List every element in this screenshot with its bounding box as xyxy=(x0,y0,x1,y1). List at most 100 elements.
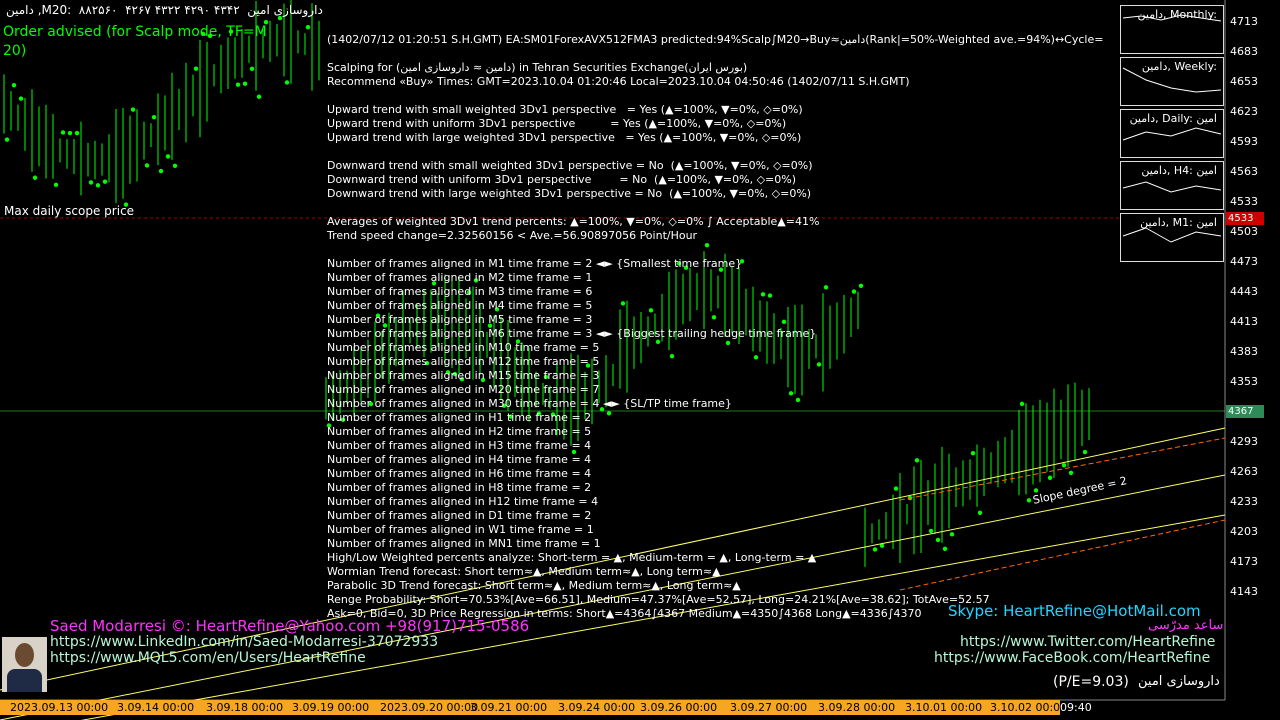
analysis-line: Number of frames aligned in H12 time fra… xyxy=(327,495,599,508)
analysis-line: Number of frames aligned in MN1 time fra… xyxy=(327,537,601,550)
time-axis-label: 3.09.27 00:00 xyxy=(730,701,808,714)
parabolic-dot xyxy=(158,168,164,174)
price-axis-label: 4683 xyxy=(1230,45,1258,58)
parabolic-dot xyxy=(53,182,59,187)
analysis-line: Number of frames aligned in M5 time fram… xyxy=(327,313,593,326)
mini-chart[interactable]: دامین, M1: امین xyxy=(1120,213,1224,262)
price-axis-label: 4353 xyxy=(1230,375,1258,388)
time-axis-label: 2023.09.20 00:00 xyxy=(380,701,479,714)
time-axis-label: 2023.09.13 00:00 xyxy=(10,701,109,714)
parabolic-dot xyxy=(18,96,24,101)
avatar-face xyxy=(15,643,34,667)
analysis-line: Upward trend with large weighted 3Dv1 pe… xyxy=(327,131,802,144)
mini-chart-label: دامین, H4: امین xyxy=(1141,164,1217,177)
mini-chart[interactable]: دامین, Monthly: xyxy=(1120,5,1224,54)
parabolic-dot xyxy=(144,163,150,168)
analysis-line: Scalping for (دامین ≈ داروسازی امین) in … xyxy=(327,61,748,74)
time-axis-label: 3.09.28 00:00 xyxy=(818,701,896,714)
analysis-line: Number of frames aligned in H3 time fram… xyxy=(327,439,592,452)
time-axis-label: 3.09.18 00:00 xyxy=(206,701,284,714)
time-axis-label: 3.09.14 00:00 xyxy=(117,701,195,714)
parabolic-dot xyxy=(32,175,38,180)
analysis-line: Downward trend with uniform 3Dv1 perspec… xyxy=(327,173,797,186)
mini-chart-label: دامین, Daily: امین xyxy=(1129,112,1217,125)
parabolic-dot xyxy=(242,81,248,86)
parabolic-dot xyxy=(60,130,66,135)
parabolic-dot xyxy=(249,66,255,72)
analysis-line xyxy=(327,47,1103,61)
parabolic-dot xyxy=(284,80,290,85)
analysis-panel: (1402/07/12 01:20:51 S.H.GMT) EA:SM01For… xyxy=(327,33,1103,621)
analysis-line: Number of frames aligned in H4 time fram… xyxy=(327,453,592,466)
author-contact[interactable]: Saed Modarresi ©: HeartRefine@Yahoo.com … xyxy=(50,617,529,635)
price-axis-label: 4263 xyxy=(1230,465,1258,478)
analysis-line: Parabolic 3D Trend forecast: Short term≈… xyxy=(327,579,741,592)
parabolic-dot xyxy=(102,179,108,184)
analysis-line xyxy=(327,145,1103,159)
price-axis-label: 4233 xyxy=(1230,495,1258,508)
analysis-line: Wormian Trend forecast: Short term≈▲, Me… xyxy=(327,565,721,578)
mini-chart[interactable]: دامین, Weekly: xyxy=(1120,57,1224,106)
mini-chart-label: دامین, Weekly: xyxy=(1141,60,1217,73)
parabolic-dot xyxy=(193,66,199,71)
time-axis-label: 09:40 xyxy=(1060,701,1092,714)
price-axis-label: 4563 xyxy=(1230,165,1258,178)
price-axis-label: 4173 xyxy=(1230,555,1258,568)
author-avatar xyxy=(2,637,47,692)
parabolic-dot xyxy=(165,154,171,159)
mini-chart[interactable]: دامین, H4: امین xyxy=(1120,161,1224,210)
order-advised-text: Order advised (for Scalp mode, TF=M xyxy=(3,24,267,40)
analysis-line: Number of frames aligned in M12 time fra… xyxy=(327,355,600,368)
price-axis-label: 4653 xyxy=(1230,75,1258,88)
price-axis-label: 4533 xyxy=(1230,195,1258,208)
analysis-line: Number of frames aligned in M10 time fra… xyxy=(327,341,600,354)
analysis-line: Number of frames aligned in M20 time fra… xyxy=(327,383,600,396)
analysis-line: Number of frames aligned in M4 time fram… xyxy=(327,299,593,312)
price-axis-label: 4623 xyxy=(1230,105,1258,118)
price-axis-label: 4383 xyxy=(1230,345,1258,358)
twitter-link[interactable]: https://www.Twitter.com/HeartRefine xyxy=(960,634,1215,650)
time-axis-label: 3.09.24 00:00 xyxy=(558,701,636,714)
analysis-line: Upward trend with small weighted 3Dv1 pe… xyxy=(327,103,803,116)
price-axis-label: 4473 xyxy=(1230,255,1258,268)
analysis-line: Number of frames aligned in H2 time fram… xyxy=(327,425,592,438)
analysis-line: Number of frames aligned in M15 time fra… xyxy=(327,369,600,382)
mini-chart-label: دامین, Monthly: xyxy=(1137,8,1218,21)
analysis-line: Upward trend with uniform 3Dv1 perspecti… xyxy=(327,117,787,130)
parabolic-dot xyxy=(67,130,73,136)
price-axis-label: 4443 xyxy=(1230,285,1258,298)
mini-chart[interactable]: دامین, Daily: امین xyxy=(1120,109,1224,158)
facebook-link[interactable]: https://www.FaceBook.com/HeartRefine xyxy=(934,650,1210,666)
time-axis-label: 3.09.26 00:00 xyxy=(640,701,718,714)
analysis-line xyxy=(327,201,1103,215)
analysis-line: Number of frames aligned in W1 time fram… xyxy=(327,523,594,536)
analysis-line: Number of frames aligned in M1 time fram… xyxy=(327,257,743,270)
current-price-tag: 4367 xyxy=(1226,405,1264,418)
mql5-link[interactable]: https://www.MQL5.com/en/Users/HeartRefin… xyxy=(50,650,366,666)
price-axis-label: 4713 xyxy=(1230,15,1258,28)
symbol-header: دامین ,M20: ۸۸۲۵۶۰ ۴۲۶۷ ۴۳۲۲ ۴۲۹۰ ۴۳۴۲ د… xyxy=(6,3,323,17)
parabolic-dot xyxy=(4,137,10,142)
parabolic-dot xyxy=(256,94,262,99)
time-axis-label: 3.10.01 00:00 xyxy=(905,701,983,714)
parabolic-dot xyxy=(11,82,17,88)
parabolic-dot xyxy=(74,130,80,136)
analysis-line: High/Low Weighted percents analyze: Shor… xyxy=(327,551,817,564)
analysis-line: Number of frames aligned in M3 time fram… xyxy=(327,285,593,298)
price-axis-label: 4503 xyxy=(1230,225,1258,238)
parabolic-dot xyxy=(235,82,241,87)
parabolic-dot xyxy=(130,107,136,112)
analysis-line: Downward trend with large weighted 3Dv1 … xyxy=(327,187,812,200)
price-axis-label: 4293 xyxy=(1230,435,1258,448)
company-name: داروسازی امین xyxy=(1138,674,1220,689)
analysis-line: Averages of weighted 3Dv1 trend percents… xyxy=(327,215,820,228)
analysis-line xyxy=(327,243,1103,257)
parabolic-dot xyxy=(88,180,94,185)
linkedin-link[interactable]: https://www.LinkedIn.com/in/Saed-Modarre… xyxy=(50,634,438,650)
order-advised-text-2: 20) xyxy=(3,43,27,59)
parabolic-dot xyxy=(151,114,157,120)
analysis-line: Downward trend with small weighted 3Dv1 … xyxy=(327,159,813,172)
price-axis-label: 4413 xyxy=(1230,315,1258,328)
analysis-line: Number of frames aligned in M2 time fram… xyxy=(327,271,593,284)
analysis-line: Number of frames aligned in M30 time fra… xyxy=(327,397,732,410)
